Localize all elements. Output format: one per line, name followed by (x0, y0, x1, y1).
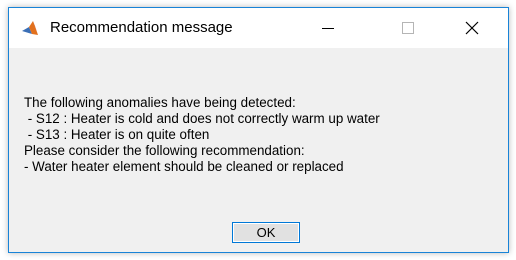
ok-button[interactable]: OK (232, 222, 300, 243)
message-line-s12: - S12 : Heater is cold and does not corr… (24, 111, 380, 126)
close-icon (465, 21, 479, 35)
message-line-s13: - S13 : Heater is on quite often (24, 127, 210, 142)
minimize-button[interactable] (305, 8, 351, 48)
title-bar[interactable]: Recommendation message (9, 8, 508, 48)
message-area: The following anomalies have being detec… (9, 48, 508, 252)
dialog-window: Recommendation message The following ano… (8, 7, 509, 253)
maximize-button[interactable] (385, 8, 431, 48)
close-button[interactable] (449, 8, 495, 48)
message-line-intro: The following anomalies have being detec… (24, 95, 296, 110)
message-line-recommendation: - Water heater element should be cleaned… (24, 159, 344, 174)
maximize-icon (402, 22, 414, 34)
minimize-icon (322, 28, 334, 29)
window-title: Recommendation message (50, 19, 233, 36)
message-line-consider: Please consider the following recommenda… (24, 143, 305, 158)
matlab-icon (22, 21, 38, 35)
